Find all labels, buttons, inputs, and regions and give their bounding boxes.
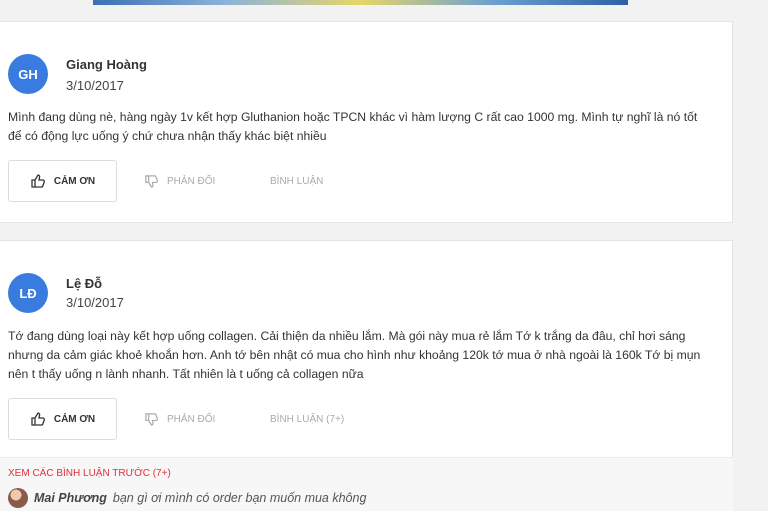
review-card: GH Giang Hoàng 3/10/2017 Mình đang dùng … bbox=[0, 21, 733, 223]
thanks-button[interactable]: CẢM ƠN bbox=[8, 398, 117, 440]
oppose-label: PHẢN ĐỐI bbox=[167, 413, 216, 425]
thanks-label: CẢM ƠN bbox=[53, 413, 96, 425]
oppose-button[interactable]: PHẢN ĐỐI bbox=[144, 398, 215, 440]
comment-label: BÌNH LUẬN bbox=[270, 175, 324, 187]
author-name[interactable]: Giang Hoàng bbox=[66, 57, 147, 72]
oppose-button[interactable]: PHẢN ĐỐI bbox=[144, 160, 215, 202]
thanks-label: CẢM ƠN bbox=[53, 175, 96, 187]
commenter-avatar[interactable] bbox=[8, 488, 28, 508]
review-text: Mình đang dùng nè, hàng ngày 1v kết hợp … bbox=[8, 110, 698, 143]
comments-section: XEM CÁC BÌNH LUẬN TRƯỚC (7+) Mai Phương … bbox=[0, 457, 733, 511]
comment-item: Mai Phương bạn gì ơi mình có order bạn m… bbox=[8, 488, 366, 508]
thumbs-up-icon bbox=[30, 411, 46, 427]
review-date: 3/10/2017 bbox=[66, 295, 124, 310]
review-date: 3/10/2017 bbox=[66, 78, 124, 93]
top-banner-image bbox=[93, 0, 628, 5]
thumbs-down-icon bbox=[144, 174, 159, 189]
review-text: Tớ đang dùng loại này kết hợp uống colla… bbox=[8, 329, 701, 381]
avatar[interactable]: LĐ bbox=[8, 273, 48, 313]
thumbs-up-icon bbox=[30, 173, 46, 189]
avatar[interactable]: GH bbox=[8, 54, 48, 94]
comment-label: BÌNH LUẬN (7+) bbox=[270, 413, 345, 425]
thumbs-down-icon bbox=[144, 412, 159, 427]
comment-button[interactable]: BÌNH LUẬN (7+) bbox=[270, 398, 344, 440]
thanks-button[interactable]: CẢM ƠN bbox=[8, 160, 117, 202]
oppose-label: PHẢN ĐỐI bbox=[167, 175, 216, 187]
author-name[interactable]: Lệ Đỗ bbox=[66, 276, 102, 291]
commenter-name[interactable]: Mai Phương bbox=[34, 491, 107, 505]
review-card: LĐ Lệ Đỗ 3/10/2017 Tớ đang dùng loại này… bbox=[0, 240, 733, 511]
see-previous-comments-link[interactable]: XEM CÁC BÌNH LUẬN TRƯỚC (7+) bbox=[8, 468, 171, 479]
comment-text: bạn gì ơi mình có order bạn muốn mua khô… bbox=[112, 491, 367, 505]
comment-button[interactable]: BÌNH LUẬN bbox=[270, 160, 323, 202]
